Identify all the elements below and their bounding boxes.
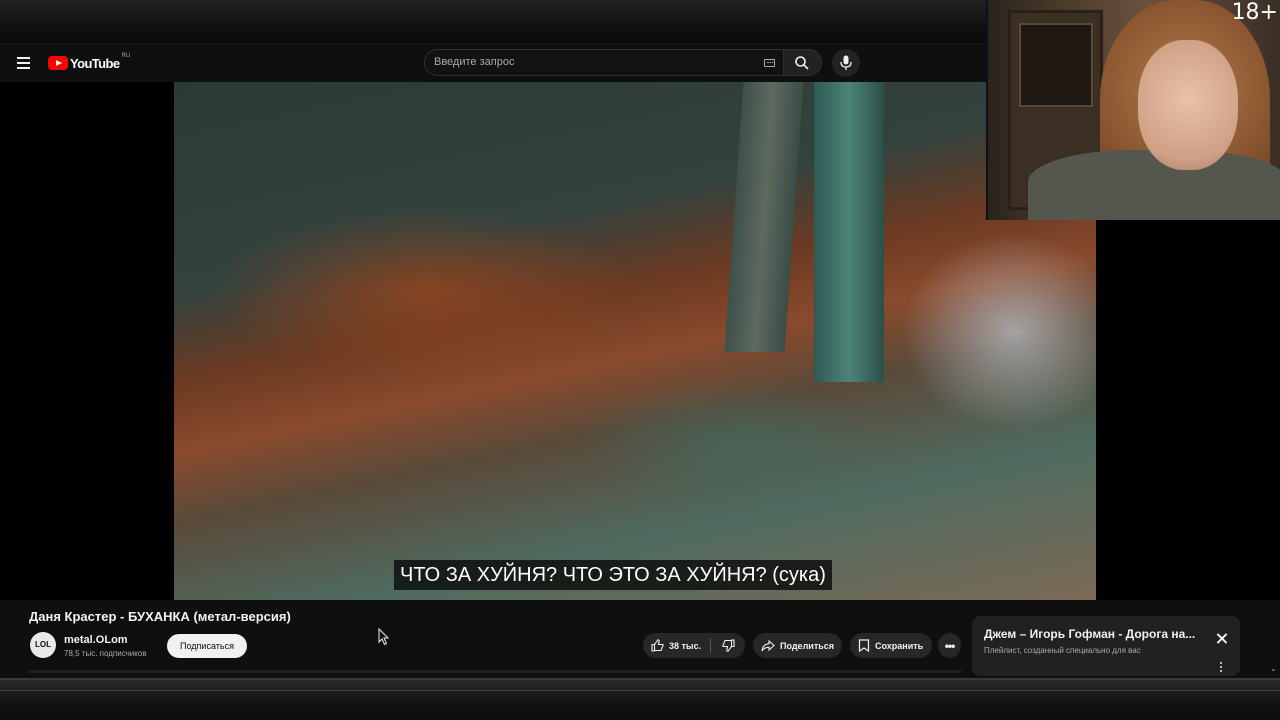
search-button[interactable] xyxy=(784,49,822,76)
search-icon xyxy=(795,56,809,70)
mouse-cursor-icon xyxy=(378,628,390,646)
like-dislike-group: 38 тыс. xyxy=(643,633,745,658)
channel-name[interactable]: metal.OLom xyxy=(64,634,128,646)
subscribe-button[interactable]: Подписаться xyxy=(167,634,247,658)
thumbs-up-icon xyxy=(651,639,664,652)
share-label: Поделиться xyxy=(780,640,835,651)
share-button[interactable]: Поделиться xyxy=(753,633,842,658)
like-button[interactable]: 38 тыс. xyxy=(643,638,711,653)
menu-icon[interactable] xyxy=(14,53,34,73)
share-icon xyxy=(761,639,775,651)
webcam-overlay: 18+ xyxy=(986,0,1280,220)
streamer-face xyxy=(1138,40,1238,170)
video-frame[interactable] xyxy=(174,82,1096,600)
page-divider xyxy=(28,670,962,673)
age-rating-badge: 18+ xyxy=(1231,0,1278,25)
notification-title: Джем – Игорь Гофман - Дорога на... xyxy=(984,627,1196,641)
youtube-play-icon xyxy=(48,56,68,70)
microphone-icon xyxy=(840,55,852,70)
notification-subtitle: Плейлист, созданный специально для вас xyxy=(984,646,1141,655)
video-subtitle: ЧТО ЗА ХУЙНЯ? ЧТО ЭТО ЗА ХУЙНЯ? (сука) xyxy=(394,560,832,590)
dislike-button[interactable] xyxy=(711,639,745,652)
close-icon[interactable] xyxy=(1215,632,1229,646)
channel-avatar[interactable]: LOL xyxy=(30,632,56,658)
search-input[interactable]: Введите запрос xyxy=(424,49,784,76)
save-button[interactable]: Сохранить xyxy=(850,633,932,658)
streamer-shirt xyxy=(1028,150,1280,220)
playlist-notification[interactable]: Джем – Игорь Гофман - Дорога на... Плейл… xyxy=(972,616,1240,676)
logo-text: YouTube xyxy=(70,55,120,71)
chevron-down-icon[interactable]: ⌄ xyxy=(1270,664,1277,673)
masthead: YouTube RU Введите запрос xyxy=(0,44,990,82)
more-actions-button[interactable]: ••• xyxy=(938,633,961,658)
keyboard-icon[interactable] xyxy=(764,59,775,67)
youtube-logo[interactable]: YouTube RU xyxy=(48,53,131,72)
like-count: 38 тыс. xyxy=(669,640,702,651)
subscriber-count: 78,5 тыс. подписчиков xyxy=(64,649,147,658)
save-label: Сохранить xyxy=(875,640,924,651)
voice-search-button[interactable] xyxy=(832,49,860,77)
logo-region: RU xyxy=(121,53,131,59)
video-title: Даня Крастер - БУХАНКА (метал-версия) xyxy=(29,609,291,624)
search-placeholder: Введите запрос xyxy=(434,56,515,68)
more-vert-icon[interactable] xyxy=(1220,662,1224,674)
window-bottom-bezel xyxy=(0,678,1280,720)
thumbs-down-icon xyxy=(721,639,735,652)
save-playlist-icon xyxy=(858,639,870,652)
